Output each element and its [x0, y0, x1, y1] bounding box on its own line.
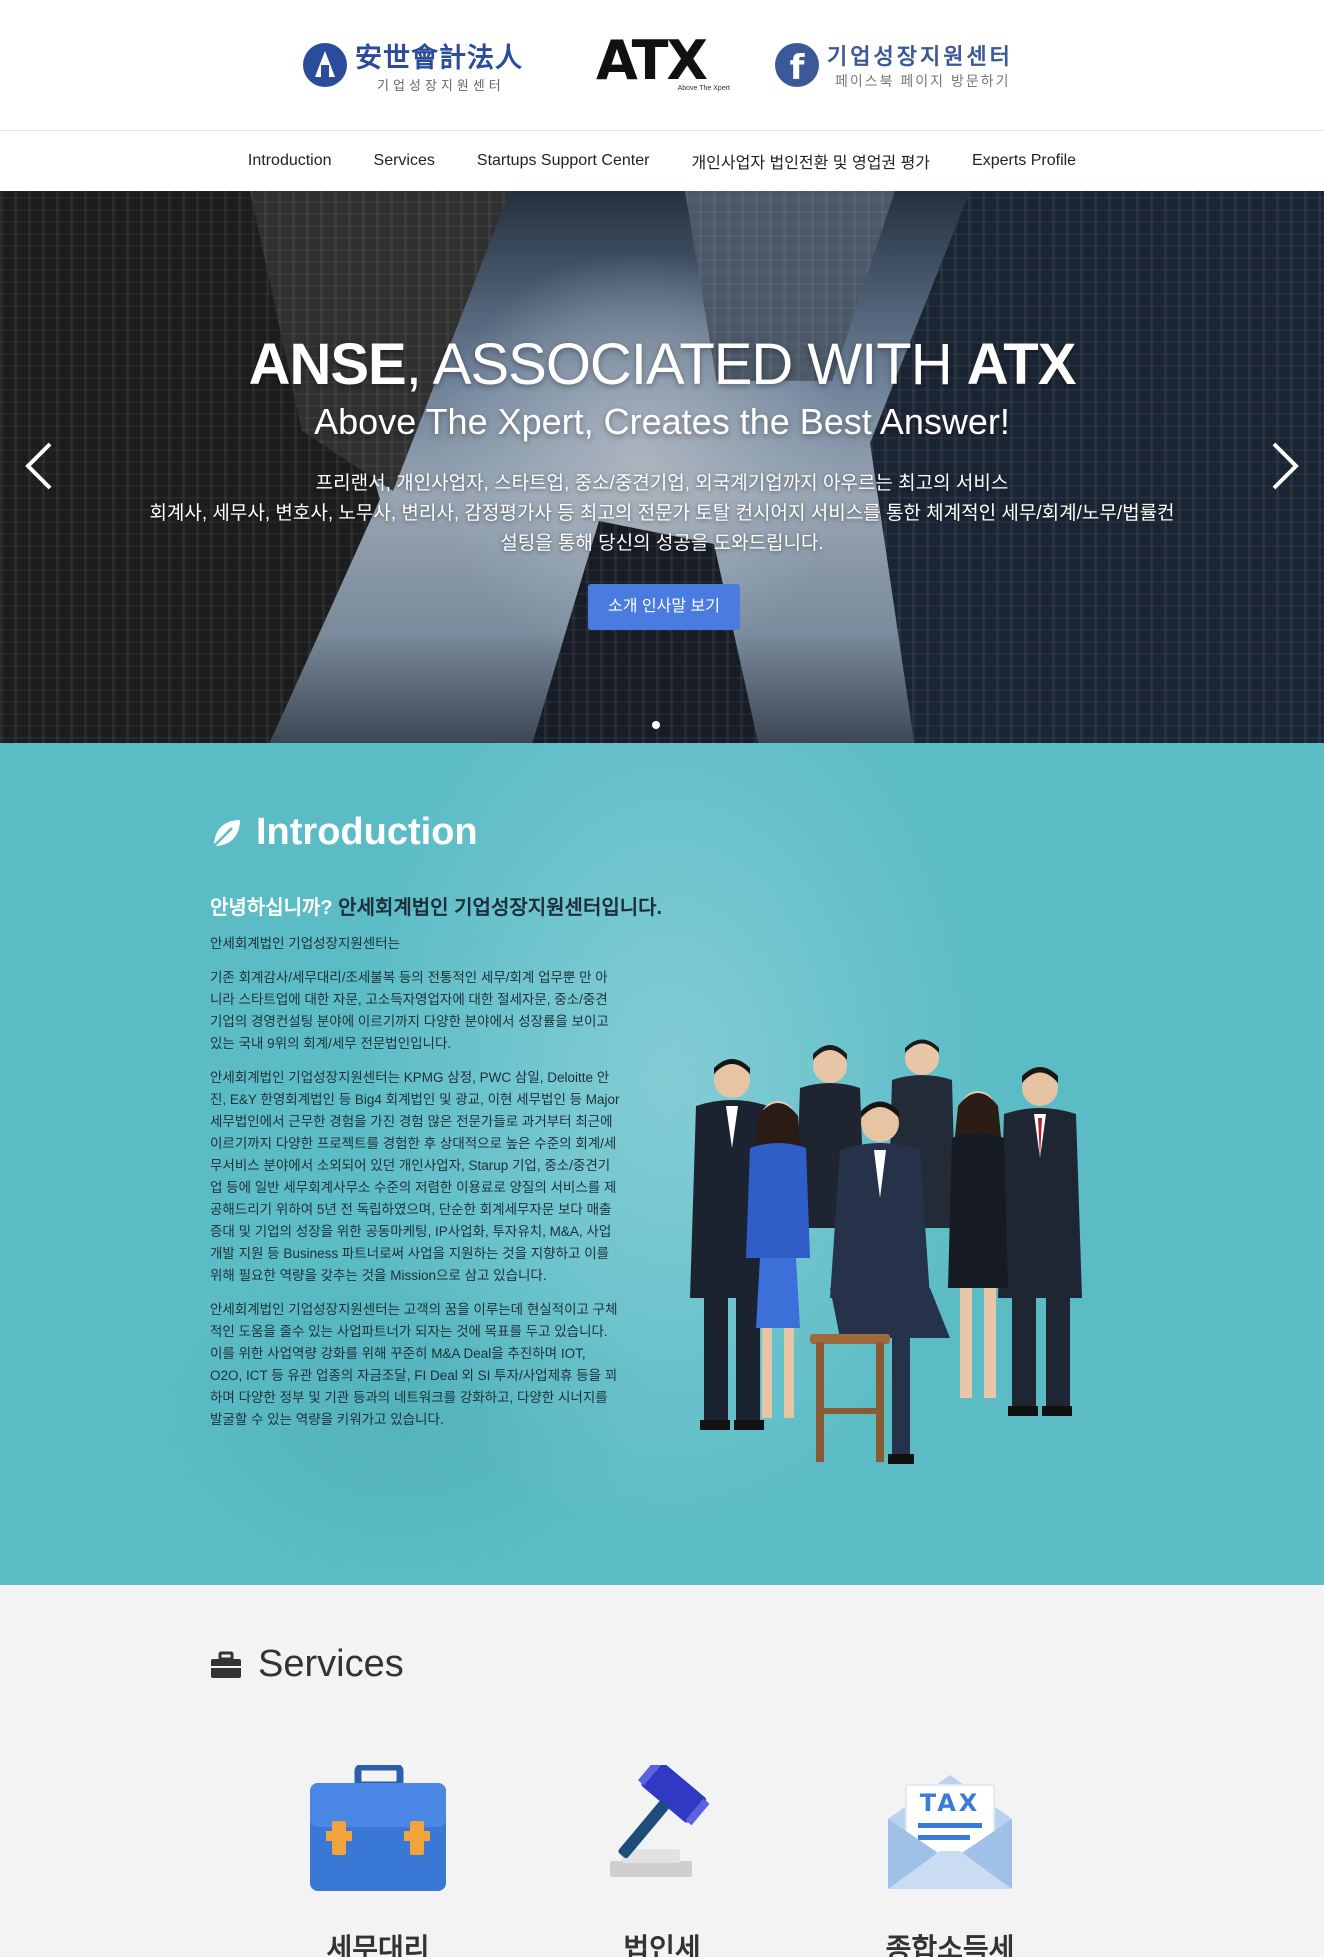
service-label: 종합소득세 [885, 1933, 1015, 1957]
hero-title-anse: ANSE [248, 332, 407, 397]
site-header: 安世會計法人 기업성장지원센터 ATX Above The Xpert f 기업… [0, 0, 1324, 131]
leaf-icon [213, 819, 240, 847]
service-item-tax-agency[interactable]: 세무대리 [278, 1765, 478, 1957]
team-photo [690, 1039, 1082, 1464]
hero-overlay [0, 191, 1324, 743]
intro-paragraph: 안세회계법인 기업성장지원센터는 고객의 꿈을 이루는데 현실적이고 구체적인 … [210, 1302, 618, 1427]
hero-desc-line: 프리랜서, 개인사업자, 스타트업, 중소/중견기업, 외국계기업까지 아우르는… [315, 473, 1009, 494]
services-heading: Services [210, 1643, 404, 1686]
briefcase-icon [310, 1765, 446, 1891]
hero-subtitle: Above The Xpert, Creates the Best Answer… [314, 401, 1010, 442]
intro-title: Introduction [256, 811, 478, 853]
anse-logo-subtitle: 기업성장지원센터 [377, 78, 505, 93]
team-member [998, 1067, 1082, 1416]
service-label: 세무대리 [326, 1933, 430, 1957]
main-nav: Introduction Services Startups Support C… [0, 131, 1324, 191]
intro-heading: Introduction [210, 811, 478, 854]
facebook-icon: f [775, 43, 819, 88]
service-label: 법인세 [623, 1933, 701, 1957]
intro-paragraph: 안세회계법인 기업성장지원센터는 KPMG 삼정, PWC 삼일, Deloit… [210, 1070, 620, 1283]
nav-item-corporate-conversion[interactable]: 개인사업자 법인전환 및 영업권 평가 [670, 149, 951, 173]
nav-item-introduction[interactable]: Introduction [227, 152, 353, 170]
atx-logo-word: ATX [596, 29, 708, 92]
introduction-section: Introduction 안녕하십니까? 안세회계법인 기업성장지원센터입니다.… [0, 743, 1324, 1585]
tax-envelope-icon: TAX [888, 1775, 1012, 1889]
service-item-income-tax[interactable]: TAX 종합소득세 [850, 1765, 1050, 1957]
anse-emblem-icon [303, 43, 347, 87]
nav-item-services[interactable]: Services [353, 152, 456, 170]
intro-body: 안세회계법인 기업성장지원센터는 기존 회계감사/세무대리/조세불복 등의 전통… [210, 933, 620, 1443]
team-member [948, 1091, 1008, 1398]
briefcase-heading-icon [211, 1651, 241, 1678]
intro-greeting-question: 안녕하십니까? [210, 897, 333, 919]
intro-paragraph: 안세회계법인 기업성장지원센터는 [210, 936, 401, 951]
slider-prev-arrow-icon[interactable] [20, 436, 60, 496]
services-title: Services [258, 1643, 404, 1685]
hero-slider: ANSE, ASSOCIATED WITH ATX Above The Xper… [0, 191, 1324, 743]
gavel-icon [610, 1765, 710, 1877]
slider-next-arrow-icon[interactable] [1264, 436, 1304, 496]
intro-paragraph: 기존 회계감사/세무대리/조세불복 등의 전통적인 세무/회계 업무뿐 만 아니… [210, 970, 609, 1051]
atx-logo-tagline: Above The Xpert [677, 85, 730, 92]
hero-description: 프리랜서, 개인사업자, 스타트업, 중소/중견기업, 외국계기업까지 아우르는… [100, 469, 1224, 559]
atx-logo[interactable]: ATX Above The Xpert [596, 34, 730, 94]
intro-greeting-statement: 안세회계법인 기업성장지원센터입니다. [332, 897, 663, 919]
nav-item-startups-support-center[interactable]: Startups Support Center [456, 152, 671, 170]
facebook-link-subtitle: 페이스북 페이지 방문하기 [835, 73, 1011, 89]
facebook-page-link[interactable]: f 기업성장지원센터 페이스북 페이지 방문하기 [775, 38, 1025, 92]
nav-item-experts-profile[interactable]: Experts Profile [951, 152, 1097, 170]
hero-title-atx: ATX [966, 332, 1077, 397]
hero-desc-line: 설팅을 통해 당신의 성공을 도와드립니다. [500, 533, 824, 554]
hero-title-middle: , ASSOCIATED WITH [405, 332, 967, 397]
hero-desc-line: 회계사, 세무사, 변호사, 노무사, 변리사, 감정평가사 등 최고의 전문가… [149, 503, 1175, 524]
services-section: Services 세무대리 법인세 TAX 종합소득세 [0, 1585, 1324, 1957]
stool [810, 1334, 890, 1462]
tax-icon-label: TAX [920, 1789, 981, 1817]
intro-greeting: 안녕하십니까? 안세회계법인 기업성장지원센터입니다. [210, 891, 662, 920]
slider-dot-active[interactable] [652, 721, 660, 729]
service-item-corporate-tax[interactable]: 법인세 [562, 1765, 762, 1957]
anse-logo-title: 安世會計法人 [355, 43, 523, 74]
facebook-link-title: 기업성장지원센터 [827, 44, 1013, 69]
intro-greeting-button[interactable]: 소개 인사말 보기 [588, 584, 740, 630]
hero-title: ANSE, ASSOCIATED WITH ATX [0, 331, 1324, 398]
anse-logo[interactable]: 安世會計法人 기업성장지원센터 [303, 36, 553, 94]
